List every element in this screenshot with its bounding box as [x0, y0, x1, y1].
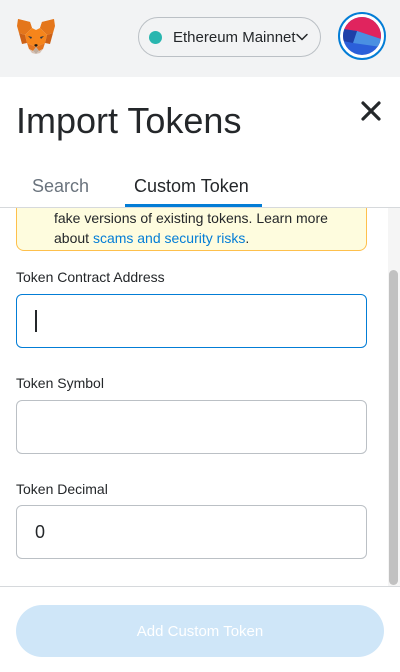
- page-title: Import Tokens: [16, 100, 242, 141]
- close-icon[interactable]: [359, 99, 383, 123]
- tab-custom-token[interactable]: Custom Token: [134, 176, 249, 197]
- metamask-fox-icon[interactable]: [16, 17, 56, 55]
- scams-security-risks-link[interactable]: scams and security risks: [93, 230, 245, 246]
- app-header: Ethereum Mainnet: [0, 0, 400, 77]
- tab-search[interactable]: Search: [32, 176, 89, 197]
- footer-divider: [0, 586, 400, 587]
- chevron-down-icon: [296, 33, 308, 41]
- account-avatar[interactable]: [338, 12, 386, 60]
- network-status-dot: [149, 30, 162, 44]
- contract-address-input[interactable]: [16, 294, 367, 348]
- add-custom-token-button[interactable]: Add Custom Token: [16, 605, 384, 657]
- token-symbol-label: Token Symbol: [16, 375, 104, 391]
- identicon: [343, 17, 381, 55]
- scam-warning-banner: fake versions of existing tokens. Learn …: [16, 208, 367, 251]
- token-decimal-label: Token Decimal: [16, 481, 108, 497]
- token-symbol-input[interactable]: [16, 400, 367, 454]
- contract-address-label: Token Contract Address: [16, 269, 165, 285]
- custom-token-form: fake versions of existing tokens. Learn …: [0, 208, 388, 586]
- warning-text: fake versions of existing tokens. Learn …: [54, 210, 328, 246]
- network-label: Ethereum Mainnet: [173, 28, 296, 46]
- text-caret: [35, 310, 37, 332]
- scrollbar-thumb[interactable]: [389, 270, 398, 585]
- token-decimal-input[interactable]: [16, 505, 367, 559]
- network-selector[interactable]: Ethereum Mainnet: [138, 17, 321, 57]
